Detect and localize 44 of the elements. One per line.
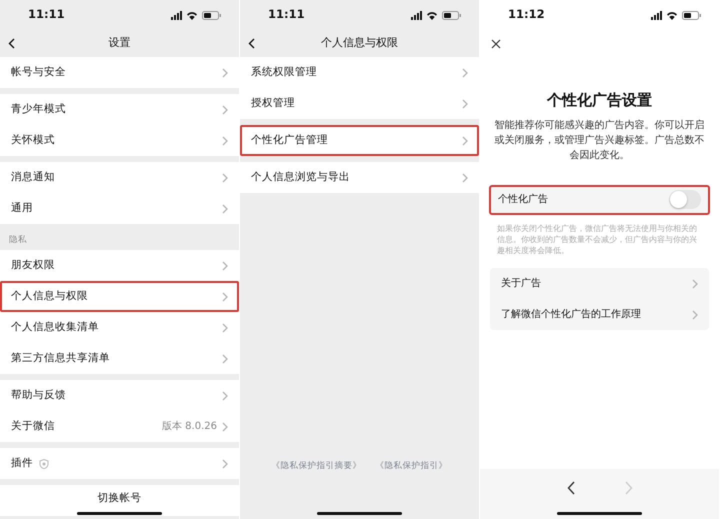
battery-icon bbox=[682, 10, 701, 20]
back-icon[interactable] bbox=[248, 38, 255, 49]
signal-icon bbox=[411, 10, 422, 20]
back-icon[interactable] bbox=[8, 38, 15, 49]
chevron-icon bbox=[222, 260, 228, 270]
chevron-icon bbox=[222, 136, 228, 146]
wifi-icon bbox=[426, 10, 438, 20]
battery-icon bbox=[202, 10, 221, 20]
chevron-icon bbox=[222, 104, 228, 114]
chevron-icon bbox=[222, 204, 228, 214]
shield-icon bbox=[39, 458, 49, 468]
chevron-icon bbox=[222, 292, 228, 302]
status-time: 11:11 bbox=[268, 6, 305, 24]
chevron-icon bbox=[222, 458, 228, 468]
signal-icon bbox=[651, 10, 662, 20]
page-title: 个人信息与权限 bbox=[321, 35, 398, 52]
version-text: 版本 8.0.26 bbox=[162, 420, 217, 434]
wifi-icon bbox=[666, 10, 678, 20]
page-title: 设置 bbox=[108, 35, 130, 52]
chevron-icon bbox=[462, 136, 468, 146]
battery-icon bbox=[442, 10, 461, 20]
chevron-icon bbox=[692, 278, 698, 289]
chevron-icon bbox=[462, 172, 468, 182]
settings-row[interactable]: 个性化广告管理 bbox=[240, 125, 479, 156]
close-icon[interactable] bbox=[491, 38, 501, 48]
chevron-icon bbox=[222, 322, 228, 332]
status-time: 11:12 bbox=[508, 6, 545, 24]
chevron-icon bbox=[222, 390, 228, 400]
back-icon[interactable] bbox=[566, 481, 574, 495]
page-title: 个性化广告设置 bbox=[546, 90, 653, 111]
chevron-icon bbox=[222, 172, 228, 182]
toggle-label: 个性化广告 bbox=[498, 192, 548, 207]
wifi-icon bbox=[186, 10, 198, 20]
signal-icon bbox=[171, 10, 182, 20]
chevron-icon bbox=[462, 68, 468, 78]
chevron-icon bbox=[222, 354, 228, 364]
settings-row[interactable]: 个人信息与权限 bbox=[0, 281, 239, 312]
status-time: 11:11 bbox=[28, 6, 65, 24]
chevron-icon bbox=[222, 422, 228, 432]
toggle-switch[interactable] bbox=[669, 190, 701, 209]
chevron-icon bbox=[222, 68, 228, 78]
description-text: 智能推荐你可能感兴趣的广告内容。你可以开启或关闭服务，或管理广告兴趣标签。广告总数不会因此变化。 bbox=[494, 118, 706, 162]
chevron-icon bbox=[692, 310, 698, 320]
chevron-icon bbox=[462, 98, 468, 108]
